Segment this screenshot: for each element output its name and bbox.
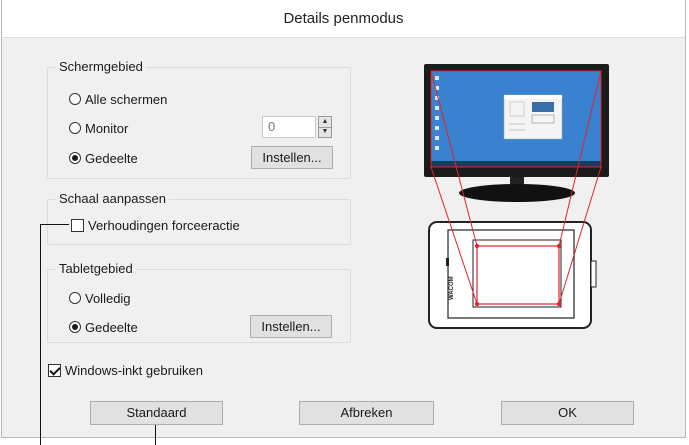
callout-line-left [40,224,41,445]
force-proportions-label: Verhoudingen forceeractie [88,217,240,233]
monitor-number-input[interactable]: 0 [262,116,316,138]
force-proportions-box[interactable] [71,218,84,232]
radio-portion-screen-indicator[interactable] [69,152,81,164]
radio-monitor[interactable]: Monitor [69,119,128,137]
radio-portion-screen[interactable]: Gedeelte [69,149,138,167]
tablet-brand-logo: WACOM [449,276,455,300]
stepper-down-icon[interactable]: ▼ [319,127,331,137]
tablet-area-legend: Tabletgebied [56,261,136,277]
tablet-mapping-frame [476,245,560,305]
monitor-number-stepper[interactable]: 0 ▲ ▼ [262,116,332,138]
radio-all-screens-label: Alle schermen [85,91,168,107]
tablet-side-button [590,260,597,288]
tablet-led [446,258,449,266]
windows-ink-box[interactable] [48,363,61,377]
radio-full-tablet[interactable]: Volledig [69,289,131,307]
windows-ink-label: Windows-inkt gebruiken [65,362,204,378]
force-proportions-checkbox[interactable]: Verhoudingen forceeractie [71,216,240,234]
pen-mode-details-dialog: Details penmodus Schermgebied Alle scher… [1,0,686,438]
screen-area-legend: Schermgebied [56,59,146,75]
scaling-legend: Schaal aanpassen [56,191,169,207]
cancel-button[interactable]: Afbreken [299,401,434,425]
default-button[interactable]: Standaard [90,401,223,425]
callout-line-horizontal [40,224,69,225]
radio-portion-tablet[interactable]: Gedeelte [69,318,138,336]
radio-full-tablet-indicator[interactable] [69,292,81,304]
callout-line-default [155,425,156,445]
tablet-set-button[interactable]: Instellen... [250,315,332,338]
monitor-tablet-mapping-illustration: WACOM [424,64,609,329]
radio-full-tablet-label: Volledig [85,290,131,306]
radio-all-screens-indicator[interactable] [69,93,81,105]
ok-button[interactable]: OK [501,401,634,425]
radio-monitor-label: Monitor [85,120,129,136]
radio-portion-tablet-indicator[interactable] [69,321,81,333]
radio-all-screens[interactable]: Alle schermen [69,90,167,108]
dialog-title: Details penmodus [2,0,685,38]
screen-set-button[interactable]: Instellen... [251,146,333,169]
radio-portion-tablet-label: Gedeelte [85,319,138,335]
stepper-arrows[interactable]: ▲ ▼ [318,116,332,138]
windows-ink-checkbox[interactable]: Windows-inkt gebruiken [48,361,203,379]
monitor-stand [459,184,575,202]
radio-portion-screen-label: Gedeelte [85,150,138,166]
screen-dialog-thumbnail [503,94,563,140]
radio-monitor-indicator[interactable] [69,122,81,134]
